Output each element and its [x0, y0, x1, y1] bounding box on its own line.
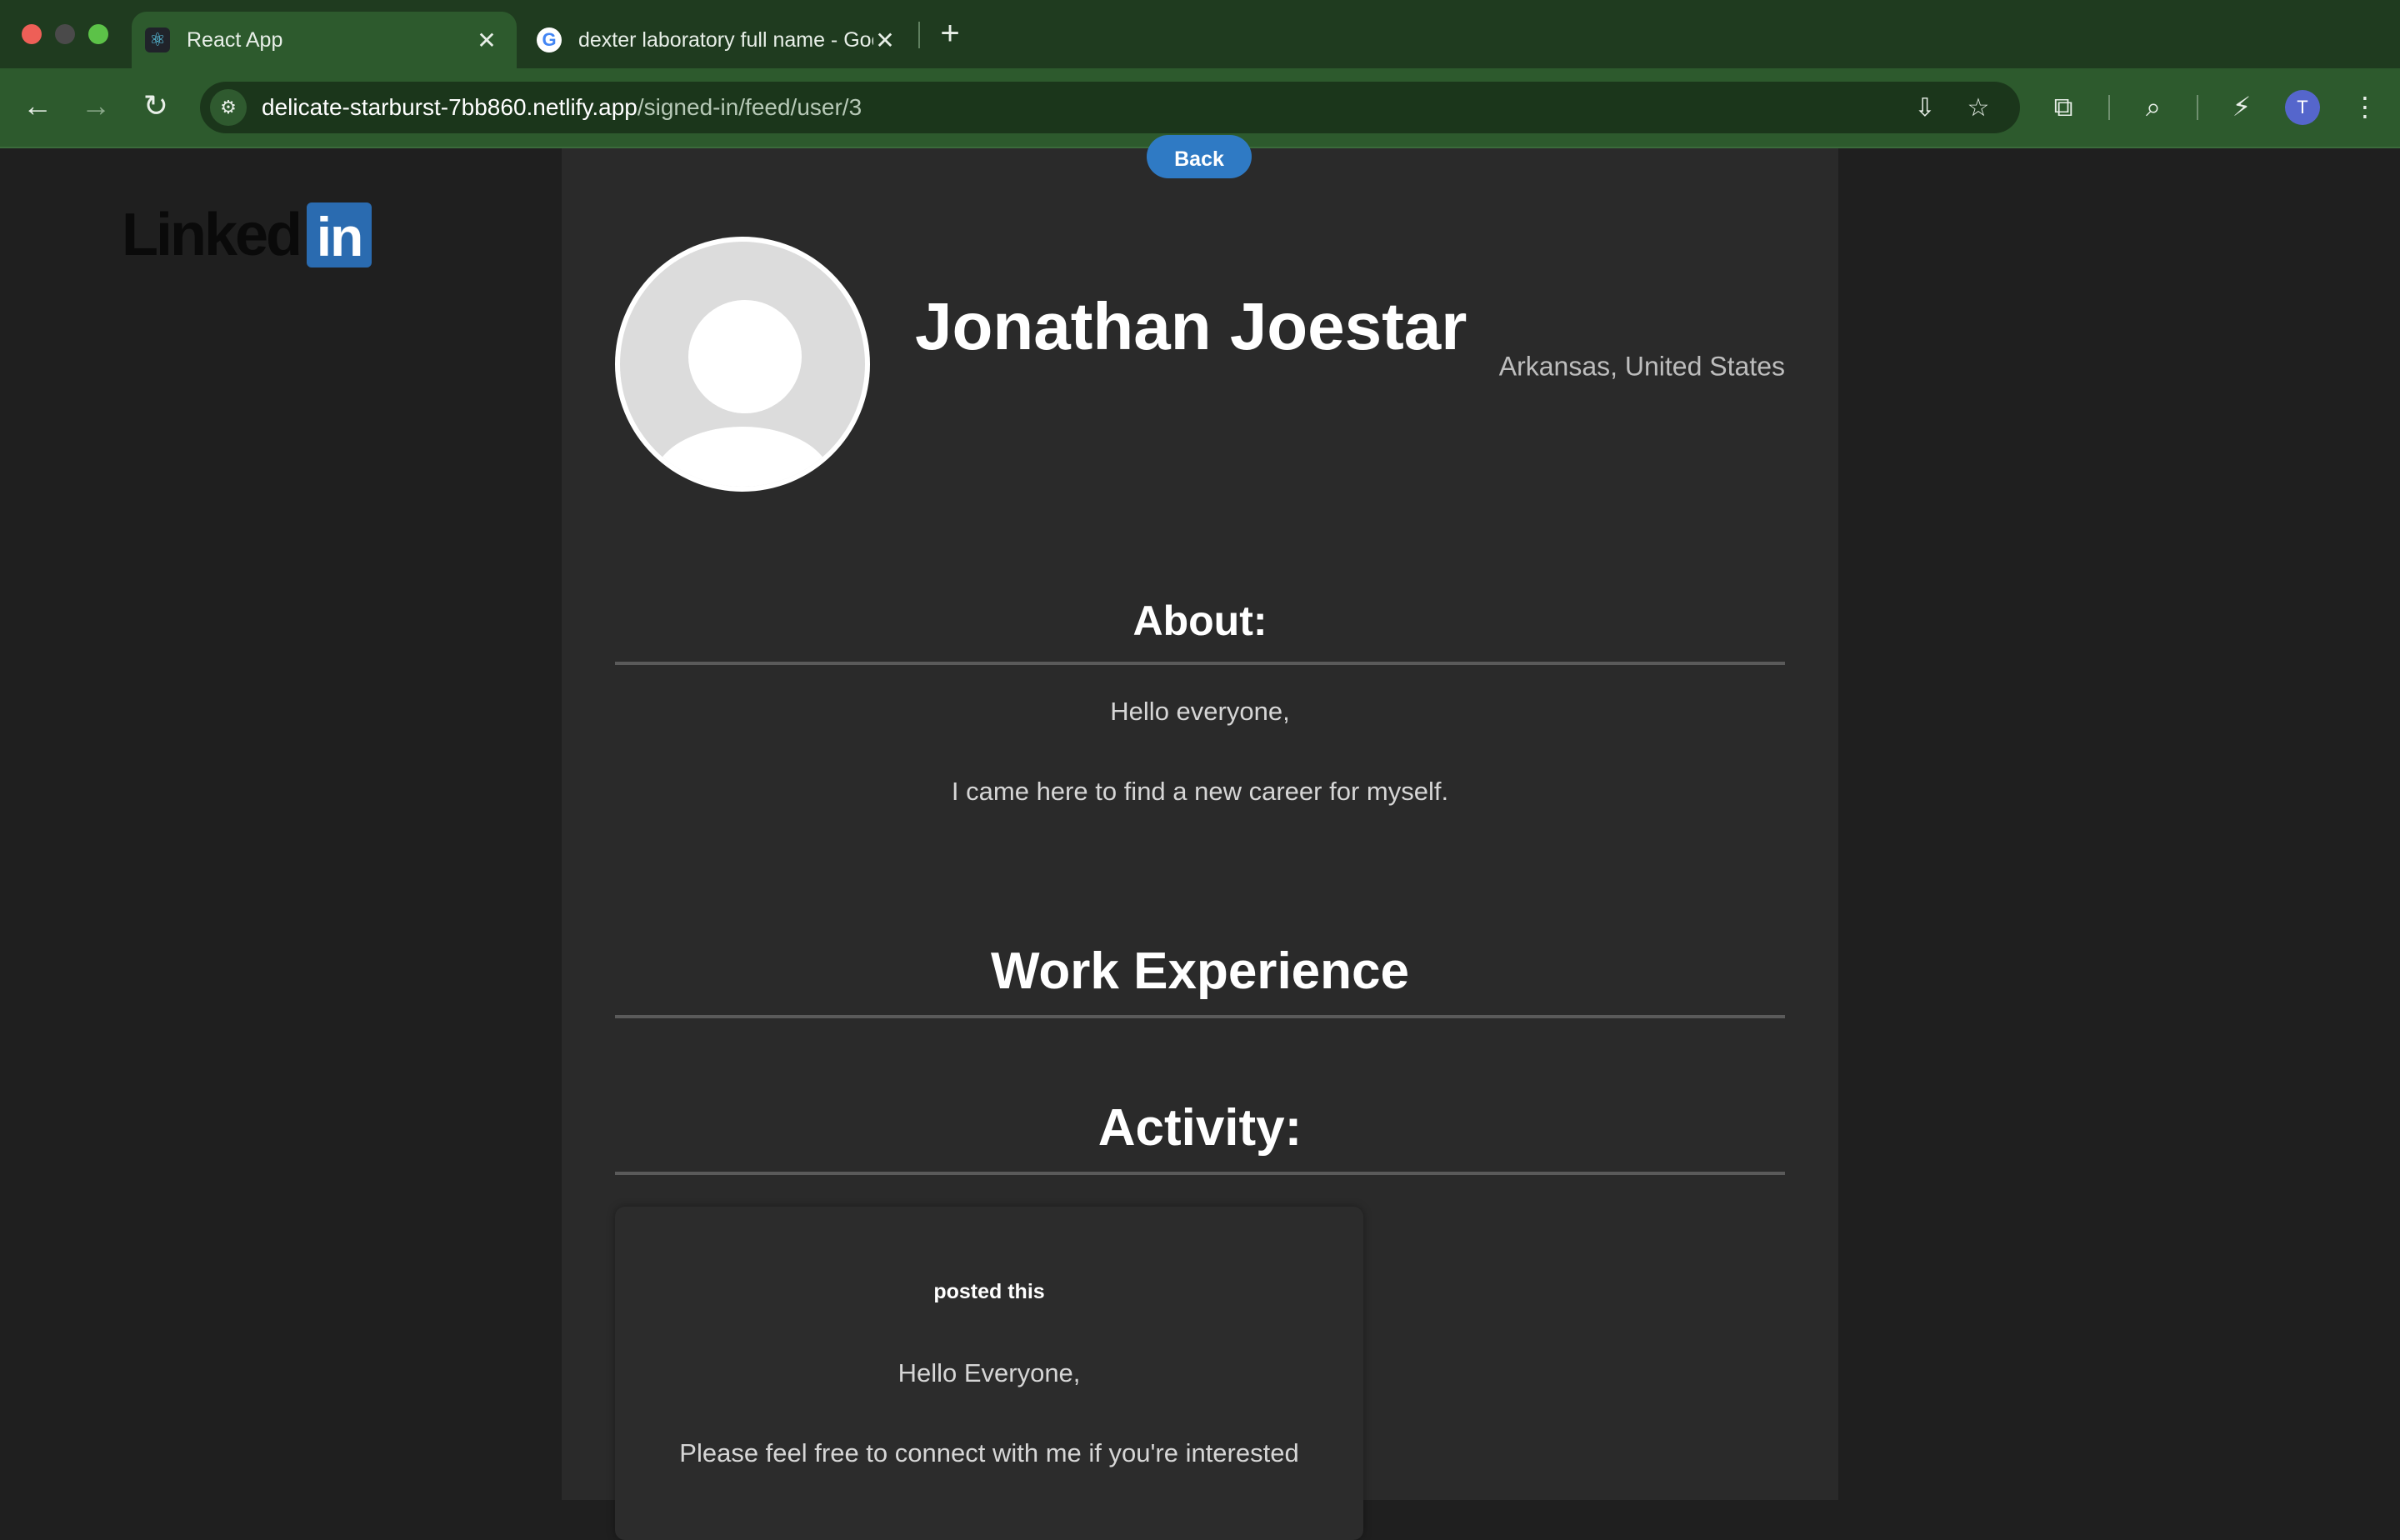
post-card[interactable]: posted this Hello Everyone, Please feel … — [615, 1207, 1363, 1540]
about-text-line: Hello everyone, — [1110, 697, 1290, 726]
address-bar[interactable]: ⚙ delicate-starburst-7bb860.netlify.app/… — [200, 82, 2020, 133]
toolbar-divider — [2197, 95, 2198, 120]
install-app-icon[interactable]: ⇩ — [1908, 92, 1942, 125]
logo-badge: in — [307, 202, 372, 268]
back-arrow-icon[interactable]: ← — [17, 85, 58, 127]
tab-google-search[interactable]: G dexter laboratory full name - Google S… — [523, 12, 915, 68]
minimize-window-button[interactable] — [55, 24, 75, 44]
close-window-button[interactable] — [22, 24, 42, 44]
about-heading: About: — [1132, 598, 1268, 644]
profile-location: Arkansas, United States — [1498, 351, 1785, 382]
tab-react-app[interactable]: ⚛ React App ✕ — [132, 12, 517, 68]
close-icon[interactable]: ✕ — [873, 27, 897, 54]
toolbar-divider — [2108, 95, 2110, 120]
url-text[interactable]: delicate-starburst-7bb860.netlify.app/si… — [262, 94, 862, 121]
tab-title: dexter laboratory full name - Google Sea… — [578, 28, 873, 52]
page-content: Linked in Back Jonathan Joestar Arkansas… — [0, 135, 2400, 1540]
forward-arrow-icon[interactable]: → — [75, 85, 117, 127]
profile-avatar[interactable]: T — [2285, 90, 2320, 125]
activity-heading: Activity: — [1098, 1099, 1302, 1157]
tab-separator — [918, 22, 920, 48]
extensions-puzzle-icon[interactable]: ⧉ — [2045, 88, 2082, 125]
avatar — [615, 237, 870, 492]
work-experience-heading: Work Experience — [991, 942, 1409, 1000]
site-settings-icon[interactable]: ⚙ — [210, 89, 247, 126]
back-button[interactable]: Back — [1147, 135, 1252, 178]
profile-panel: Back Jonathan Joestar Arkansas, United S… — [562, 135, 1838, 1540]
post-text-line: Hello Everyone, — [898, 1358, 1081, 1388]
reload-icon[interactable]: ↻ — [135, 85, 177, 127]
google-icon: G — [537, 28, 562, 52]
profile-name: Jonathan Joestar — [915, 289, 1468, 363]
linkedin-logo[interactable]: Linked in — [122, 202, 372, 268]
divider — [615, 1172, 1785, 1175]
maximize-window-button[interactable] — [88, 24, 108, 44]
bookmark-star-icon[interactable]: ☆ — [1962, 92, 1995, 125]
browser-tab-strip: ⚛ React App ✕ G dexter laboratory full n… — [0, 0, 2400, 68]
new-tab-button[interactable]: + — [933, 15, 967, 52]
about-text-line: I came here to find a new career for mys… — [951, 777, 1449, 806]
url-host: delicate-starburst-7bb860.netlify.app — [262, 94, 638, 120]
divider — [615, 662, 1785, 665]
post-text-line: Please feel free to connect with me if y… — [679, 1438, 1299, 1468]
react-icon: ⚛ — [145, 28, 170, 52]
url-path: /signed-in/feed/user/3 — [637, 94, 862, 120]
post-meta: posted this — [933, 1280, 1045, 1303]
more-menu-icon[interactable]: ⋮ — [2347, 88, 2383, 125]
close-icon[interactable]: ✕ — [475, 27, 498, 54]
logo-text: Linked — [122, 202, 302, 268]
performance-icon[interactable]: ⚡ — [2223, 88, 2260, 125]
divider — [615, 1015, 1785, 1018]
tab-search-icon[interactable]: ⌕ — [2135, 88, 2172, 125]
avatar-placeholder-icon — [620, 242, 865, 487]
tab-title: React App — [187, 28, 283, 52]
